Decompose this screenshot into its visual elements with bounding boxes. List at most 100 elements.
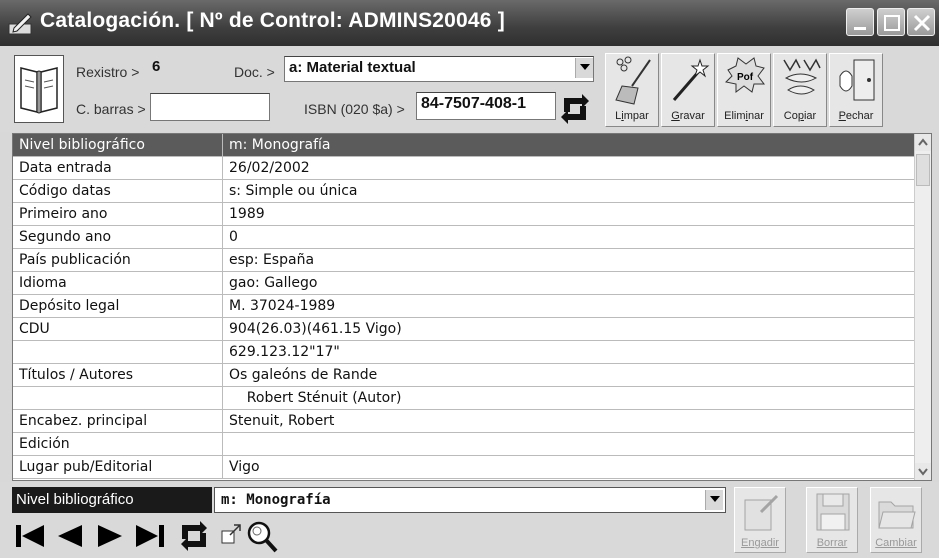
field-name: CDU <box>13 318 223 340</box>
field-name: País publicación <box>13 249 223 271</box>
gravar-label: Gravar <box>671 110 705 122</box>
grid-row[interactable]: Primeiro ano 1989 <box>13 203 915 226</box>
scroll-up-button[interactable] <box>915 134 931 151</box>
engadir-label: Engadir <box>741 537 779 549</box>
grid-row[interactable]: Lugar pub/Editorial Vigo <box>13 456 915 479</box>
broom-icon <box>615 56 651 105</box>
swap-record-button[interactable] <box>176 517 212 555</box>
borrar-button[interactable]: Borrar <box>806 487 858 553</box>
minimize-icon <box>854 27 866 30</box>
folder-icon <box>878 501 916 529</box>
chevron-down-icon <box>580 64 590 70</box>
vertical-scrollbar[interactable] <box>914 134 931 480</box>
engadir-button[interactable]: Engadir <box>734 487 786 553</box>
grid-row[interactable]: Idioma gao: Gallego <box>13 272 915 295</box>
window-title: Catalogación. [ Nº de Control: ADMINS200… <box>40 9 505 32</box>
gravar-button[interactable]: Gravar <box>661 53 715 127</box>
doc-type-dropdown-button[interactable] <box>575 58 593 78</box>
chevron-up-icon <box>918 138 928 146</box>
add-page-icon <box>744 494 779 531</box>
cbarras-label: C. barras > <box>76 101 146 117</box>
limpar-button[interactable]: Limpar <box>605 53 659 127</box>
grid-row[interactable]: Encabez. principal Stenuit, Robert <box>13 410 915 433</box>
cambiar-button[interactable]: Cambiar <box>870 487 922 553</box>
next-record-button[interactable] <box>92 517 128 555</box>
explosion-icon: Pof <box>724 57 765 93</box>
field-value: 26/02/2002 <box>229 160 310 176</box>
doc-type-select[interactable]: a: Material textual <box>284 56 594 82</box>
grid-row[interactable]: Edición <box>13 433 915 456</box>
rexistro-label: Rexistro > <box>76 64 140 80</box>
limpar-label: Limpar <box>615 110 649 122</box>
first-record-button[interactable] <box>12 517 48 555</box>
magic-wand-icon <box>672 58 710 101</box>
skip-first-icon <box>16 525 44 547</box>
current-field-dropdown-button[interactable] <box>705 490 723 510</box>
floppy-disk-icon <box>816 493 850 531</box>
field-value: M. 37024-1989 <box>229 298 336 314</box>
field-name: Primeiro ano <box>13 203 223 225</box>
field-name: Edición <box>13 433 223 455</box>
title-bar[interactable]: Catalogación. [ Nº de Control: ADMINS200… <box>0 0 939 46</box>
field-value: 1989 <box>229 206 265 222</box>
grid-row[interactable]: 629.123.12"17" <box>13 341 915 364</box>
swap-arrows-icon <box>181 521 207 551</box>
pechar-button[interactable]: Pechar <box>829 53 883 127</box>
doc-label: Doc. > <box>234 64 275 80</box>
field-name: Idioma <box>13 272 223 294</box>
grid-row[interactable]: Data entrada 26/02/2002 <box>13 157 915 180</box>
copiar-button[interactable]: Copiar <box>773 53 827 127</box>
field-value: m: Monografía <box>223 134 915 156</box>
grid-row[interactable]: CDU 904(26.03)(461.15 Vigo) <box>13 318 915 341</box>
search-button[interactable] <box>244 517 280 555</box>
magnifier-icon <box>247 521 278 553</box>
field-value: Os galeóns de Rande <box>229 367 378 383</box>
scroll-down-button[interactable] <box>915 463 931 480</box>
field-value: 0 <box>229 229 238 245</box>
rexistro-field[interactable]: 6 <box>148 56 228 84</box>
field-value: s: Simple ou única <box>229 183 358 199</box>
scroll-thumb[interactable] <box>916 154 930 186</box>
maximize-button[interactable] <box>877 8 905 36</box>
close-icon <box>913 14 931 32</box>
grid-row[interactable]: Código datas s: Simple ou única <box>13 180 915 203</box>
grid-row[interactable]: Segundo ano 0 <box>13 226 915 249</box>
field-value: Stenuit, Robert <box>229 413 335 429</box>
cbarras-field[interactable] <box>150 93 270 121</box>
grid-row[interactable]: Robert Sténuit (Autor) <box>13 387 915 410</box>
pechar-label: Pechar <box>838 110 874 122</box>
field-value: 904(26.03)(461.15 Vigo) <box>229 321 402 337</box>
next-icon <box>98 525 122 547</box>
field-value: Robert Sténuit (Autor) <box>229 390 402 406</box>
previous-icon <box>58 525 82 547</box>
maximize-icon <box>884 15 900 31</box>
grid-row[interactable]: Nivel bibliográfico m: Monografía <box>13 134 915 157</box>
swap-arrows-icon <box>561 94 589 124</box>
isbn-label: ISBN (020 $a) > <box>304 101 405 117</box>
field-value: esp: España <box>229 252 315 268</box>
previous-record-button[interactable] <box>52 517 88 555</box>
eliminar-button[interactable]: Pof Eliminar <box>717 53 771 127</box>
field-name: Nivel bibliográfico <box>13 134 223 156</box>
exit-door-icon <box>839 59 875 101</box>
field-value: Vigo <box>229 459 260 475</box>
edit-pencil-icon <box>8 13 32 35</box>
field-name: Encabez. principal <box>13 410 223 432</box>
field-value <box>223 433 915 455</box>
record-grid: Nivel bibliográfico m: Monografía Data en… <box>12 133 932 481</box>
isbn-field[interactable]: 84-7507-408-1 <box>416 92 556 120</box>
last-record-button[interactable] <box>132 517 168 555</box>
grid-row[interactable]: País publicación esp: España <box>13 249 915 272</box>
field-name: Lugar pub/Editorial <box>13 456 223 478</box>
cambiar-label: Cambiar <box>875 537 917 549</box>
current-field-select[interactable]: m: Monografía <box>214 487 726 513</box>
grid-row[interactable]: Títulos / Autores Os galeóns de Rande <box>13 364 915 387</box>
grid-row[interactable]: Depósito legal M. 37024-1989 <box>13 295 915 318</box>
minimize-button[interactable] <box>846 8 874 36</box>
chevron-down-icon <box>710 496 720 502</box>
field-value: gao: Gallego <box>229 275 318 291</box>
borrar-label: Borrar <box>816 537 848 549</box>
swap-button[interactable] <box>558 92 592 126</box>
catalog-window: Catalogación. [ Nº de Control: ADMINS200… <box>0 0 939 558</box>
close-button[interactable] <box>907 8 935 36</box>
